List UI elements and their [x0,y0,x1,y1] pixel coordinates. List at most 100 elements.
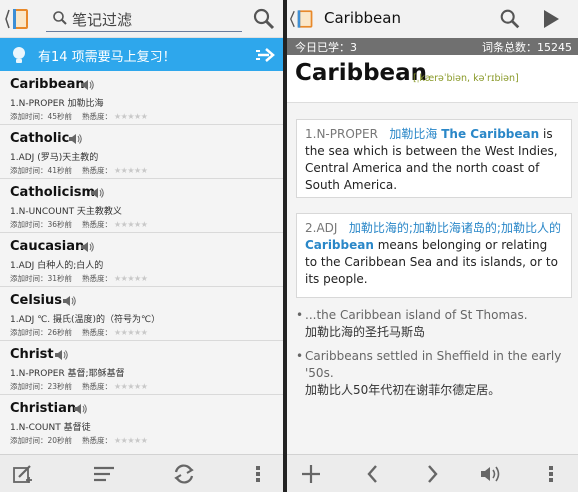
search-placeholder: 笔记过滤 [72,11,133,29]
overflow-menu-icon[interactable] [252,463,264,485]
sense-chinese: 加勒比海 [389,127,438,141]
lightbulb-icon [13,47,25,63]
added-label: 添加时间： [10,166,48,175]
add-icon[interactable] [299,463,323,485]
list-item-meta: 添加时间：31秒前 熟悉度： [10,273,112,284]
edit-add-icon[interactable] [12,463,36,485]
example-chinese: 加勒比人50年代初在谢菲尔德定居。 [305,383,501,397]
list-item-definition: 1.ADJ ℃. 摄氏(温度)的（符号为℃） [10,315,161,325]
sense-chinese: 加勒比海的;加勒比海诸岛的;加勒比人的 [348,221,561,235]
speaker-icon[interactable] [479,463,503,485]
added-label: 添加时间： [10,112,48,121]
speaker-icon[interactable] [68,132,82,146]
sense-card: 2.ADJ 加勒比海的;加勒比海诸岛的;加勒比人的 Caribbean mean… [296,213,572,298]
review-reminder-banner[interactable]: 有14 项需要马上复习！ [0,38,283,71]
list-item-meta: 添加时间：26秒前 熟悉度： [10,327,112,338]
list-item-definition: 1.N-UNCOUNT 天主教教义 [10,207,122,217]
play-icon[interactable] [541,8,561,30]
familiarity-label: 熟悉度： [82,166,113,175]
added-label: 添加时间： [10,274,48,283]
search-icon[interactable] [498,7,522,31]
phonetic: [ˌkærəˈbiən, kəˈrɪbiən] [413,73,519,84]
list-item-meta: 添加时间：20秒前 熟悉度： [10,435,112,446]
speaker-icon[interactable] [80,240,94,254]
added-time: 45秒前 [47,112,73,121]
example-bullet: • [296,308,304,322]
familiarity-stars: ★★★★★ [114,112,148,121]
list-item-word: Catholic [10,131,70,146]
speaker-icon[interactable] [90,186,104,200]
list-bottom-toolbar [0,454,283,492]
familiarity-stars: ★★★★★ [114,436,148,445]
list-item-definition: 1.N-COUNT 基督徒 [10,423,91,433]
list-item-meta: 添加时间：36秒前 熟悉度： [10,219,112,230]
list-item-word: Celsius [10,293,62,308]
speaker-icon[interactable] [62,294,76,308]
added-time: 41秒前 [47,166,73,175]
added-time: 23秒前 [47,382,73,391]
app-book-icon[interactable] [289,6,315,32]
sense-keyword: Caribbean [305,238,374,252]
list-item-word: Catholicism [10,185,96,200]
search-icon [53,11,67,25]
added-time: 36秒前 [47,220,73,229]
familiarity-label: 熟悉度： [82,274,113,283]
headword-section: Caribbean [ˌkærəˈbiən, kəˈrɪbiən] [287,55,578,103]
example-sentence: • ...the Caribbean island of St Thomas. … [296,307,572,341]
list-header-bar: 笔记过滤 [0,0,283,38]
example-english: Caribbeans settled in Sheffield in the e… [305,349,562,380]
speaker-icon[interactable] [80,78,94,92]
sense-number: 2.ADJ [305,221,338,235]
list-item[interactable]: Catholicism 1.N-UNCOUNT 天主教教义 添加时间：36秒前熟… [0,179,283,233]
refresh-icon[interactable] [172,463,196,485]
list-item-meta: 添加时间：45秒前 熟悉度： [10,111,112,122]
list-item-definition: 1.ADJ (罗马)天主教的 [10,153,99,163]
detail-header-bar: Caribbean [287,0,578,38]
familiarity-stars: ★★★★★ [114,328,148,337]
added-label: 添加时间： [10,328,48,337]
speaker-icon[interactable] [73,402,87,416]
example-bullet: • [296,349,304,363]
app-book-icon[interactable] [4,6,30,32]
list-item-word: Christ [10,347,54,362]
list-item-definition: 1.N-PROPER 基督;耶稣基督 [10,369,125,379]
list-item-meta: 添加时间：23秒前 熟悉度： [10,381,112,392]
list-item-meta: 添加时间：41秒前 熟悉度： [10,165,112,176]
familiarity-label: 熟悉度： [82,382,113,391]
example-sentence: • Caribbeans settled in Sheffield in the… [296,348,572,399]
speaker-icon[interactable] [54,348,68,362]
forward-arrow-icon[interactable] [255,45,277,65]
added-label: 添加时间： [10,220,48,229]
list-item[interactable]: Christian 1.N-COUNT 基督徒 添加时间：20秒前 熟悉度： ★★… [0,395,283,449]
list-item[interactable]: Caucasian 1.ADJ 白种人的;白人的 添加时间：31秒前 熟悉度： ★… [0,233,283,287]
definition-content[interactable]: 1.N-PROPER 加勒比海 The Caribbean is the sea… [287,103,578,454]
next-icon[interactable] [420,463,444,485]
familiarity-stars: ★★★★★ [114,220,148,229]
note-filter-search[interactable]: 笔记过滤 [46,8,242,32]
list-item[interactable]: Christ 1.N-PROPER 基督;耶稣基督 添加时间：23秒前 熟悉度： … [0,341,283,395]
list-item[interactable]: Celsius 1.ADJ ℃. 摄氏(温度)的（符号为℃） 添加时间：26秒前… [0,287,283,341]
added-label: 添加时间： [10,436,48,445]
familiarity-stars: ★★★★★ [114,382,148,391]
sort-lines-icon[interactable] [92,463,116,485]
today-learned: 今日已学：3 [295,41,357,54]
list-item-definition: 1.N-PROPER 加勒比海 [10,99,104,109]
review-reminder-text: 有14 项需要马上复习！ [38,50,176,65]
sense-card: 1.N-PROPER 加勒比海 The Caribbean is the sea… [296,119,572,198]
headword: Caribbean [295,60,428,86]
detail-bottom-toolbar [287,454,578,492]
list-item-definition: 1.ADJ 白种人的;白人的 [10,261,104,271]
word-list: Caribbean 1.N-PROPER 加勒比海 添加时间：45秒前 熟悉度： … [0,71,283,454]
overflow-menu-icon[interactable] [545,463,557,485]
list-item-word: Christian [10,401,77,416]
familiarity-stars: ★★★★★ [114,274,148,283]
search-button-icon[interactable] [251,6,277,32]
previous-icon[interactable] [361,463,385,485]
list-item-word: Caucasian [10,239,85,254]
list-item[interactable]: Caribbean 1.N-PROPER 加勒比海 添加时间：45秒前 熟悉度： … [0,71,283,125]
sense-number: 1.N-PROPER [305,127,378,141]
added-time: 20秒前 [47,436,73,445]
list-item-word: Caribbean [10,77,85,92]
familiarity-label: 熟悉度： [82,328,113,337]
list-item[interactable]: Catholic 1.ADJ (罗马)天主教的 添加时间：41秒前 熟悉度： ★★… [0,125,283,179]
